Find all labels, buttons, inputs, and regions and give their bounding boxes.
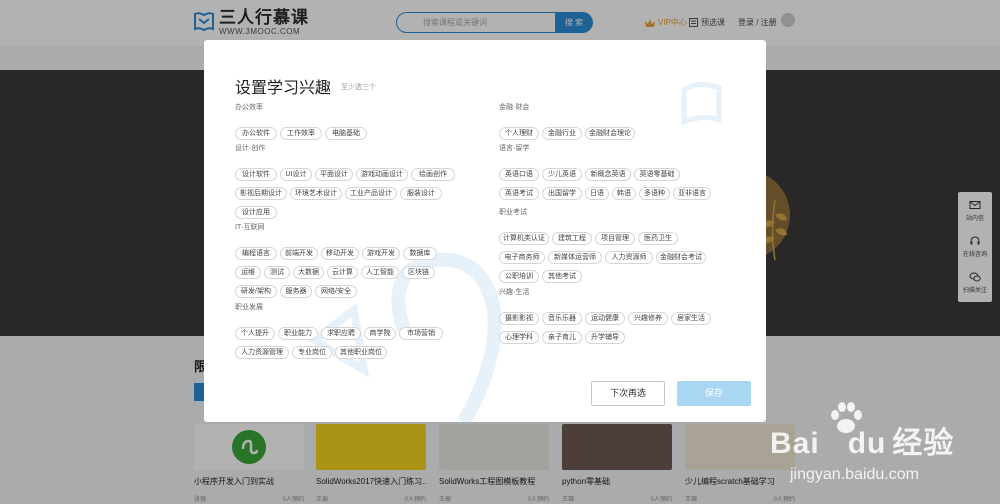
interest-tag[interactable]: 服务器 bbox=[280, 285, 312, 298]
category-exam: 职业考试 计算机类认证 建筑工程 项目管理 医药卫生 电子商务师 新媒体运营师 … bbox=[499, 208, 749, 283]
interest-tag[interactable]: 数据库 bbox=[403, 247, 437, 260]
interest-tag[interactable]: 求职应聘 bbox=[321, 327, 361, 340]
interest-tag[interactable]: 大数据 bbox=[293, 266, 324, 279]
interest-tag[interactable]: 商学院 bbox=[364, 327, 396, 340]
interest-tag[interactable]: 其他考试 bbox=[542, 270, 582, 283]
category-finance: 金融·财会 个人理财 金融行业 金融财会理论 bbox=[499, 103, 749, 140]
interest-tag[interactable]: 个人理财 bbox=[499, 127, 539, 140]
interest-tag[interactable]: 升学辅导 bbox=[585, 331, 625, 344]
interest-tag[interactable]: 电脑基础 bbox=[325, 127, 367, 140]
category-label: 兴趣·生活 bbox=[499, 289, 530, 296]
interest-tag[interactable]: 出国留学 bbox=[542, 187, 582, 200]
interest-tag[interactable]: 金融财会理论 bbox=[585, 127, 635, 140]
interest-tag[interactable]: 游戏动画设计 bbox=[356, 168, 408, 181]
modal-subtitle: 至少选三个 bbox=[341, 84, 376, 91]
interest-tag[interactable]: 影视后期设计 bbox=[235, 187, 287, 200]
interest-tag[interactable]: 办公软件 bbox=[235, 127, 277, 140]
interest-tag[interactable]: 少儿英语 bbox=[542, 168, 582, 181]
interest-tag[interactable]: 移动开发 bbox=[321, 247, 359, 260]
baidu-watermark: Bai du 经验 jingyan.baidu.com bbox=[770, 398, 995, 498]
interest-tag[interactable]: 研发/架构 bbox=[235, 285, 277, 298]
interest-tag[interactable]: 服装设计 bbox=[400, 187, 442, 200]
interest-tag[interactable]: 心理学科 bbox=[499, 331, 539, 344]
category-label: IT·互联网 bbox=[235, 224, 265, 231]
category-career: 职业发展 个人提升 职业能力 求职应聘 商学院 市场营销 人力资源管理 专业岗位… bbox=[235, 303, 485, 359]
choose-later-button[interactable]: 下次再选 bbox=[591, 381, 665, 406]
category-design: 设计·创作 设计软件 UI设计 平面设计 游戏动画设计 绘画创作 影视后期设计 … bbox=[235, 144, 485, 219]
interest-tag[interactable]: 人力资源师 bbox=[605, 251, 653, 264]
interest-tag[interactable]: 兴趣修养 bbox=[628, 312, 668, 325]
interest-tag[interactable]: 专业岗位 bbox=[292, 346, 332, 359]
watermark-url: jingyan.baidu.com bbox=[790, 466, 919, 483]
interest-tag[interactable]: 英语口语 bbox=[499, 168, 539, 181]
interest-tag[interactable]: 亲子育儿 bbox=[542, 331, 582, 344]
interest-tag[interactable]: 设计软件 bbox=[235, 168, 277, 181]
interest-tag[interactable]: 运维 bbox=[235, 266, 261, 279]
interest-tag[interactable]: 亚非语言 bbox=[673, 187, 711, 200]
interest-tag[interactable]: 人力资源管理 bbox=[235, 346, 289, 359]
category-label: 职业考试 bbox=[499, 209, 527, 216]
interest-tag[interactable]: 计算机类认证 bbox=[499, 232, 549, 245]
interest-tag[interactable]: 市场营销 bbox=[399, 327, 443, 340]
interest-tag[interactable]: 新媒体运营师 bbox=[548, 251, 602, 264]
interest-tag[interactable]: 多语种 bbox=[639, 187, 670, 200]
interest-tag[interactable]: UI设计 bbox=[280, 168, 312, 181]
category-office: 办公效率 办公软件 工作效率 电脑基础 bbox=[235, 103, 485, 140]
interest-tag[interactable]: 个人提升 bbox=[235, 327, 275, 340]
interest-tag[interactable]: 日语 bbox=[585, 187, 609, 200]
interest-modal: 设置学习兴趣 至少选三个 办公效率 办公软件 工作效率 电脑基础 设计·创作 设… bbox=[204, 40, 766, 422]
category-label: 设计·创作 bbox=[235, 145, 266, 152]
interest-tag[interactable]: 设计应用 bbox=[235, 206, 277, 219]
interest-tag[interactable]: 工作效率 bbox=[280, 127, 322, 140]
category-hobby: 兴趣·生活 摄影影视 音乐乐器 运动健康 兴趣修养 居家生活 心理学科 亲子育儿… bbox=[499, 288, 749, 344]
interest-tag[interactable]: 医药卫生 bbox=[638, 232, 678, 245]
interest-tag[interactable]: 金融财会考试 bbox=[656, 251, 706, 264]
interest-tag[interactable]: 音乐乐器 bbox=[542, 312, 582, 325]
interest-tag[interactable]: 编程语言 bbox=[235, 247, 277, 260]
interest-tag[interactable]: 测试 bbox=[264, 266, 290, 279]
interest-tag[interactable]: 电子商务师 bbox=[499, 251, 545, 264]
interest-tag[interactable]: 区块链 bbox=[402, 266, 435, 279]
interest-tag[interactable]: 平面设计 bbox=[315, 168, 353, 181]
interest-tag[interactable]: 英语零基础 bbox=[634, 168, 680, 181]
interest-tag[interactable]: 建筑工程 bbox=[552, 232, 592, 245]
interest-tag[interactable]: 金融行业 bbox=[542, 127, 582, 140]
category-label: 语言·留学 bbox=[499, 145, 530, 152]
interest-tag[interactable]: 绘画创作 bbox=[411, 168, 455, 181]
interest-tag[interactable]: 韩语 bbox=[612, 187, 636, 200]
interest-tag[interactable]: 新概念英语 bbox=[585, 168, 631, 181]
category-label: 办公效率 bbox=[235, 104, 263, 111]
interest-tag[interactable]: 项目管理 bbox=[595, 232, 635, 245]
interest-tag[interactable]: 公职培训 bbox=[499, 270, 539, 283]
category-label: 职业发展 bbox=[235, 304, 263, 311]
interest-tag[interactable]: 网络/安全 bbox=[315, 285, 357, 298]
interest-tag[interactable]: 英语考试 bbox=[499, 187, 539, 200]
interest-tag[interactable]: 工业产品设计 bbox=[345, 187, 397, 200]
interest-tag[interactable]: 运动健康 bbox=[585, 312, 625, 325]
interest-tag[interactable]: 环境艺术设计 bbox=[290, 187, 342, 200]
interest-tag[interactable]: 人工智能 bbox=[361, 266, 399, 279]
save-button[interactable]: 保存 bbox=[677, 381, 751, 406]
interest-tag[interactable]: 前端开发 bbox=[280, 247, 318, 260]
category-label: 金融·财会 bbox=[499, 104, 530, 111]
interest-tag[interactable]: 游戏开发 bbox=[362, 247, 400, 260]
modal-title: 设置学习兴趣 bbox=[235, 80, 332, 97]
category-it: IT·互联网 编程语言 前端开发 移动开发 游戏开发 数据库 运维 测试 大数据… bbox=[235, 223, 485, 298]
interest-tag[interactable]: 职业能力 bbox=[278, 327, 318, 340]
interest-tag[interactable]: 其他职业岗位 bbox=[335, 346, 387, 359]
interest-tag[interactable]: 居家生活 bbox=[671, 312, 711, 325]
interest-tag[interactable]: 摄影影视 bbox=[499, 312, 539, 325]
category-language: 语言·留学 英语口语 少儿英语 新概念英语 英语零基础 英语考试 出国留学 日语… bbox=[499, 144, 749, 200]
interest-tag[interactable]: 云计算 bbox=[327, 266, 358, 279]
watermark-text: Bai du 经验 bbox=[770, 427, 955, 460]
